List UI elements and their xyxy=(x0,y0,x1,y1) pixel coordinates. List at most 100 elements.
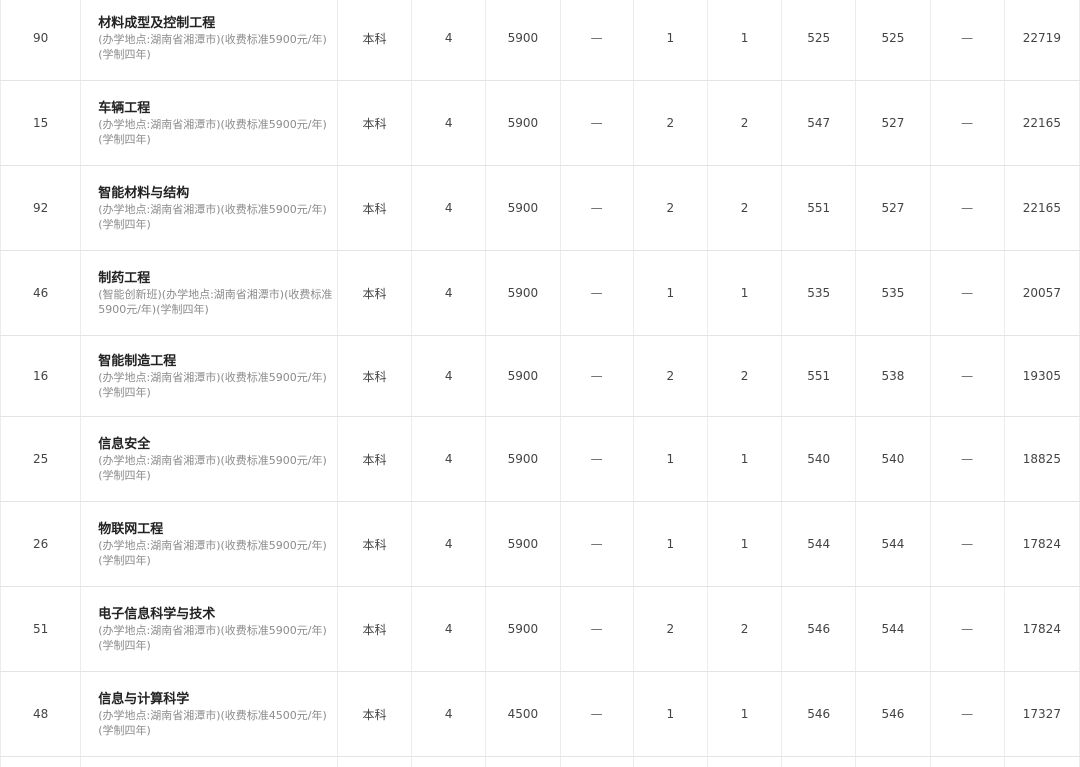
major-name: 智能材料与结构 xyxy=(98,185,337,202)
column-11-value: — xyxy=(930,502,1004,587)
column-7-value: 1 xyxy=(633,251,707,336)
education-level: 本科 xyxy=(337,166,411,251)
column-11-value: — xyxy=(930,672,1004,757)
column-8-value: 1 xyxy=(707,0,781,81)
major-code: 25 xyxy=(1,417,81,502)
column-11-value: — xyxy=(930,0,1004,81)
tuition-fee: 5900 xyxy=(486,166,560,251)
highest-score: 547 xyxy=(782,81,856,166)
major-code: 46 xyxy=(1,251,81,336)
highest-score: 546 xyxy=(782,587,856,672)
major-note: (办学地点:湖南省湘潭市)(收费标准5900元/年)(学制四年) xyxy=(98,117,337,147)
education-level: 本科 xyxy=(337,81,411,166)
major-cell: 电子信息科学与技术 (办学地点:湖南省湘潭市)(收费标准5900元/年)(学制四… xyxy=(81,587,338,672)
highest-score: 535 xyxy=(782,251,856,336)
column-7-value: 1 xyxy=(633,417,707,502)
column-11-value: — xyxy=(930,81,1004,166)
lowest-rank: 17327 xyxy=(1004,672,1079,757)
table-row: 48 信息与计算科学 (办学地点:湖南省湘潭市)(收费标准4500元/年)(学制… xyxy=(1,672,1080,757)
tuition-fee: 4500 xyxy=(486,672,560,757)
major-code: 26 xyxy=(1,502,81,587)
major-note: (办学地点:湖南省湘潭市)(收费标准5900元/年)(学制四年) xyxy=(98,32,337,62)
table-row: 90 材料成型及控制工程 (办学地点:湖南省湘潭市)(收费标准5900元/年)(… xyxy=(1,0,1080,81)
lowest-score: 544 xyxy=(856,502,930,587)
lowest-score: 540 xyxy=(856,417,930,502)
column-6-value: — xyxy=(560,81,633,166)
column-6-value: — xyxy=(560,336,633,417)
table-row: 25 信息安全 (办学地点:湖南省湘潭市)(收费标准5900元/年)(学制四年)… xyxy=(1,417,1080,502)
column-6-value: — xyxy=(560,251,633,336)
column-7-value: 2 xyxy=(633,336,707,417)
column-6-value: — xyxy=(560,0,633,81)
major-name: 材料成型及控制工程 xyxy=(98,15,337,32)
lowest-rank: 19305 xyxy=(1004,336,1079,417)
major-name: 车辆工程 xyxy=(98,100,337,117)
lowest-score: 527 xyxy=(856,81,930,166)
major-cell: 信息与计算科学 (办学地点:湖南省湘潭市)(收费标准4500元/年)(学制四年) xyxy=(81,672,338,757)
lowest-score: 538 xyxy=(856,336,930,417)
column-8-value: 2 xyxy=(707,336,781,417)
column-8-value: 2 xyxy=(707,587,781,672)
lowest-score: 525 xyxy=(856,0,930,81)
study-years: 4 xyxy=(412,672,486,757)
highest-score: 544 xyxy=(782,502,856,587)
major-note: (办学地点:湖南省湘潭市)(收费标准4500元/年)(学制四年) xyxy=(98,708,337,738)
column-11-value: — xyxy=(930,251,1004,336)
column-11-value: — xyxy=(930,336,1004,417)
study-years: 4 xyxy=(412,166,486,251)
study-years: 4 xyxy=(412,251,486,336)
lowest-rank: 18825 xyxy=(1004,417,1079,502)
table-row: 51 电子信息科学与技术 (办学地点:湖南省湘潭市)(收费标准5900元/年)(… xyxy=(1,587,1080,672)
column-11-value: — xyxy=(930,587,1004,672)
major-code: 16 xyxy=(1,336,81,417)
major-cell: 制药工程 (智能创新班)(办学地点:湖南省湘潭市)(收费标准5900元/年)(学… xyxy=(81,251,338,336)
column-7-value: 2 xyxy=(633,81,707,166)
tuition-fee: 5900 xyxy=(486,81,560,166)
major-note: (办学地点:湖南省湘潭市)(收费标准5900元/年)(学制四年) xyxy=(98,538,337,568)
column-8-value: 2 xyxy=(707,166,781,251)
column-8-value: 2 xyxy=(707,81,781,166)
tuition-fee: 5900 xyxy=(486,417,560,502)
major-name: 物联网工程 xyxy=(98,521,337,538)
highest-score: 546 xyxy=(782,672,856,757)
study-years: 4 xyxy=(412,0,486,81)
lowest-rank: 17824 xyxy=(1004,502,1079,587)
major-cell: 信息安全 (办学地点:湖南省湘潭市)(收费标准5900元/年)(学制四年) xyxy=(81,417,338,502)
table-row-partial xyxy=(1,757,1080,767)
major-note: (办学地点:湖南省湘潭市)(收费标准5900元/年)(学制四年) xyxy=(98,453,337,483)
column-7-value: 1 xyxy=(633,0,707,81)
study-years: 4 xyxy=(412,502,486,587)
education-level: 本科 xyxy=(337,0,411,81)
major-code: 90 xyxy=(1,0,81,81)
major-note: (办学地点:湖南省湘潭市)(收费标准5900元/年)(学制四年) xyxy=(98,202,337,232)
column-7-value: 1 xyxy=(633,672,707,757)
major-cell: 物联网工程 (办学地点:湖南省湘潭市)(收费标准5900元/年)(学制四年) xyxy=(81,502,338,587)
major-note: (办学地点:湖南省湘潭市)(收费标准5900元/年)(学制四年) xyxy=(98,623,337,653)
table-row: 15 车辆工程 (办学地点:湖南省湘潭市)(收费标准5900元/年)(学制四年)… xyxy=(1,81,1080,166)
lowest-rank: 17824 xyxy=(1004,587,1079,672)
column-8-value: 1 xyxy=(707,502,781,587)
column-6-value: — xyxy=(560,587,633,672)
study-years: 4 xyxy=(412,587,486,672)
education-level: 本科 xyxy=(337,672,411,757)
column-7-value: 1 xyxy=(633,502,707,587)
lowest-score: 544 xyxy=(856,587,930,672)
lowest-rank: 22165 xyxy=(1004,81,1079,166)
education-level: 本科 xyxy=(337,587,411,672)
table-row: 16 智能制造工程 (办学地点:湖南省湘潭市)(收费标准5900元/年)(学制四… xyxy=(1,336,1080,417)
education-level: 本科 xyxy=(337,502,411,587)
tuition-fee: 5900 xyxy=(486,336,560,417)
major-name: 信息与计算科学 xyxy=(98,691,337,708)
major-name: 电子信息科学与技术 xyxy=(98,606,337,623)
tuition-fee: 5900 xyxy=(486,587,560,672)
column-7-value: 2 xyxy=(633,587,707,672)
tuition-fee: 5900 xyxy=(486,251,560,336)
highest-score: 551 xyxy=(782,336,856,417)
major-cell: 车辆工程 (办学地点:湖南省湘潭市)(收费标准5900元/年)(学制四年) xyxy=(81,81,338,166)
column-11-value: — xyxy=(930,417,1004,502)
major-code: 92 xyxy=(1,166,81,251)
tuition-fee: 5900 xyxy=(486,502,560,587)
column-6-value: — xyxy=(560,417,633,502)
highest-score: 525 xyxy=(782,0,856,81)
column-7-value: 2 xyxy=(633,166,707,251)
